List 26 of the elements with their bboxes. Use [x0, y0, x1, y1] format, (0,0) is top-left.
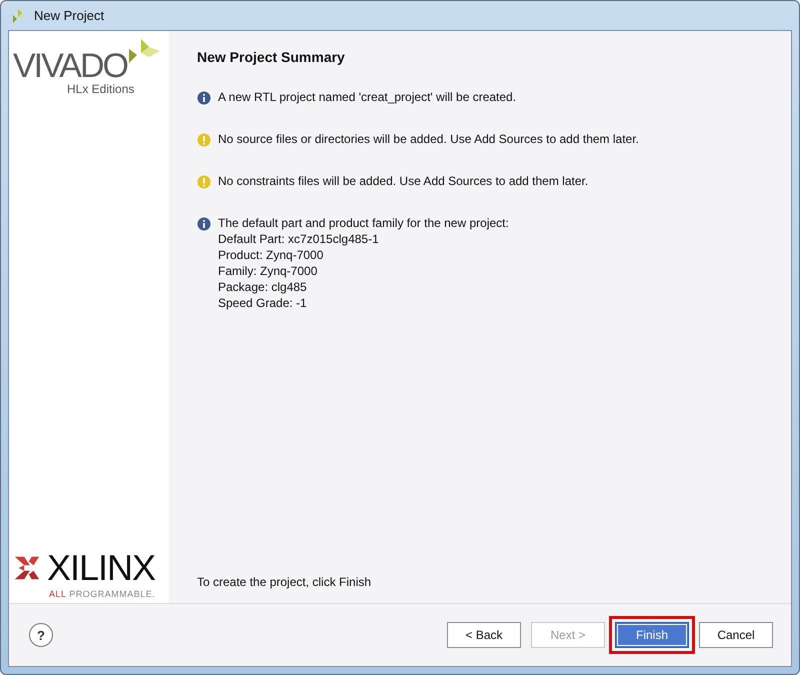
- dialog-button[interactable]: Cancel: [699, 622, 773, 648]
- message-text: Family: Zynq-7000: [218, 263, 318, 280]
- message-text: A new RTL project named 'creat_project' will be created.: [218, 89, 516, 106]
- message-text: The default part and product family for the new project:: [218, 215, 509, 232]
- message-text: Default Part: xc7z015clg485-1: [218, 231, 380, 248]
- product-logo-text: VIVADO: [13, 47, 127, 85]
- tagline: ALL PROGRAMMABLE.: [49, 589, 156, 599]
- vendor-logo-icon: [13, 554, 41, 582]
- page-heading: New Project Summary: [197, 49, 346, 65]
- message-text: No constraints files will be added. Use Add Sources to add them later.: [218, 173, 588, 190]
- info-icon: [197, 91, 211, 105]
- app-icon: [10, 8, 26, 24]
- instruction-text: To create the project, click Finish: [197, 575, 372, 589]
- warning-icon: [197, 133, 211, 147]
- help-button[interactable]: ?: [29, 623, 53, 647]
- message-text: No source files or directories will be added. Use Add Sources to add them later.: [218, 131, 639, 148]
- warning-icon: [197, 175, 211, 189]
- info-icon: [197, 217, 211, 231]
- dialog-button[interactable]: < Back: [447, 622, 521, 648]
- message-text: Package: clg485: [218, 279, 308, 296]
- vendor-logo-text: XILINX: [47, 547, 156, 589]
- message-text: Product: Zynq-7000: [218, 247, 324, 264]
- window-title: New Project: [34, 8, 104, 23]
- message-text: Speed Grade: -1: [218, 295, 308, 312]
- dialog-button[interactable]: Finish: [615, 622, 689, 648]
- edition-text: HLx Editions: [67, 82, 136, 96]
